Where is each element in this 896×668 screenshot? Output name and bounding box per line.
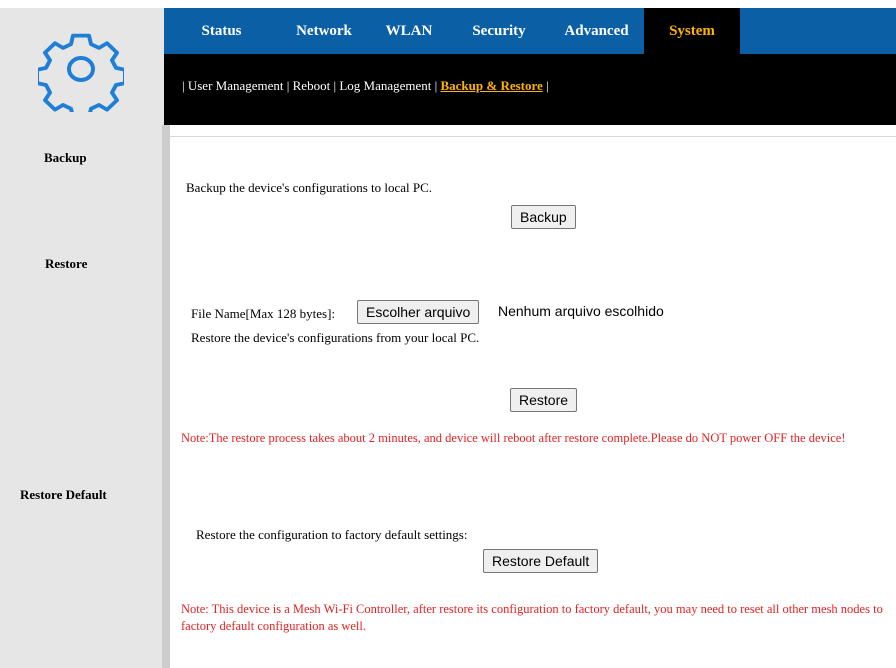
- logo-area: [0, 8, 164, 130]
- subnav-reboot[interactable]: Reboot: [293, 78, 331, 93]
- tab-advanced[interactable]: Advanced: [549, 8, 644, 54]
- main-content: Backup the device's configurations to lo…: [170, 136, 896, 668]
- subnav-user-management[interactable]: User Management: [188, 78, 284, 93]
- tab-network[interactable]: Network: [279, 8, 369, 54]
- choose-file-button[interactable]: Escolher arquivo: [357, 300, 480, 324]
- main-nav: Status Network WLAN Security Advanced Sy…: [164, 8, 896, 54]
- sidebar-restore-default-label: Restore Default: [20, 487, 107, 502]
- sidebar: Backup Restore Restore Default: [0, 130, 164, 668]
- restore-note: Note:The restore process takes about 2 m…: [181, 431, 846, 445]
- subnav-separator: |: [286, 78, 290, 93]
- subnav-separator: |: [182, 78, 185, 93]
- backup-button[interactable]: Backup: [511, 205, 576, 229]
- file-name-label: File Name[Max 128 bytes]:: [191, 306, 336, 321]
- sidebar-backup-label: Backup: [44, 150, 87, 165]
- header: Status Network WLAN Security Advanced Sy…: [164, 8, 896, 125]
- subnav-separator: |: [434, 78, 438, 93]
- subnav-separator: |: [546, 78, 549, 93]
- restore-description: Restore the device's configurations from…: [191, 330, 480, 345]
- restore-button[interactable]: Restore: [510, 388, 578, 412]
- restore-default-description: Restore the configuration to factory def…: [196, 527, 468, 542]
- top-strip: [0, 0, 896, 8]
- tab-security[interactable]: Security: [449, 8, 549, 54]
- backup-description: Backup the device's configurations to lo…: [186, 180, 433, 195]
- restore-default-button[interactable]: Restore Default: [483, 549, 599, 573]
- subnav-backup-restore[interactable]: Backup & Restore: [440, 78, 542, 93]
- tab-system[interactable]: System: [644, 8, 740, 54]
- tab-status[interactable]: Status: [164, 8, 279, 54]
- sub-nav: | User Management | Reboot | Log Managem…: [182, 78, 549, 94]
- restore-default-note: Note: This device is a Mesh Wi-Fi Contro…: [181, 602, 883, 633]
- subnav-separator: |: [333, 78, 337, 93]
- tab-wlan[interactable]: WLAN: [369, 8, 449, 54]
- content-divider: [162, 125, 170, 668]
- file-status: Nenhum arquivo escolhido: [498, 303, 664, 319]
- subnav-log-management[interactable]: Log Management: [339, 78, 431, 93]
- gear-icon: [38, 33, 124, 112]
- sidebar-restore-label: Restore: [45, 256, 88, 271]
